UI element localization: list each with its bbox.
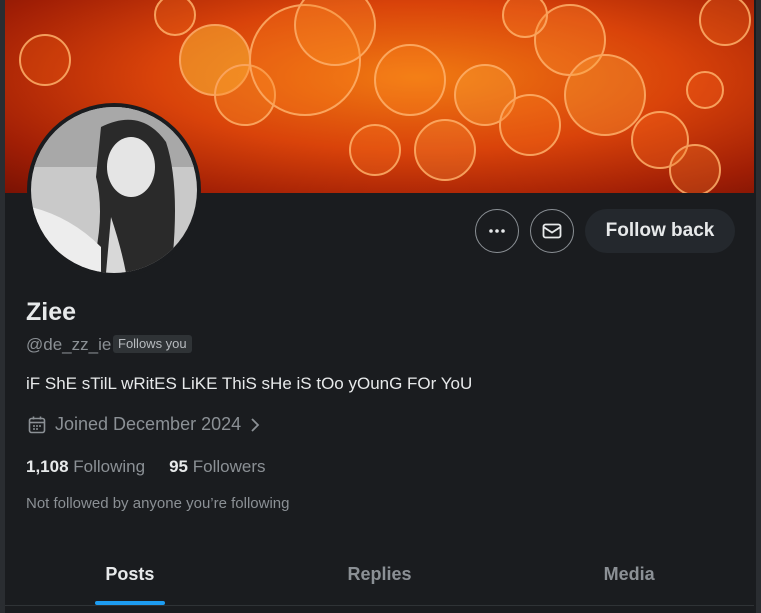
chevron-right-icon — [251, 417, 260, 432]
follow-stats: 1,108 Following 95 Followers — [26, 457, 266, 477]
followers-stat[interactable]: 95 Followers — [169, 457, 265, 477]
message-button[interactable] — [530, 209, 574, 253]
not-followed-text: Not followed by anyone you’re following — [26, 495, 290, 512]
followers-count: 95 — [169, 457, 189, 476]
following-count: 1,108 — [26, 457, 69, 476]
tab-media[interactable]: Media — [504, 545, 754, 603]
profile-tabs: Posts Replies Media — [5, 545, 754, 605]
envelope-icon — [542, 223, 562, 239]
tab-label: Posts — [105, 563, 155, 584]
tab-label: Replies — [347, 563, 412, 584]
profile-name: Ziee — [26, 298, 77, 326]
tabs-divider — [5, 605, 754, 606]
more-horizontal-icon — [489, 229, 505, 233]
following-label: Following — [73, 457, 146, 476]
followers-label: Followers — [192, 457, 266, 476]
avatar[interactable] — [27, 103, 201, 277]
profile-handle: @de_zz_ie — [26, 335, 112, 354]
calendar-icon — [28, 416, 46, 433]
avatar-photo — [31, 107, 197, 273]
more-options-button[interactable] — [475, 209, 519, 253]
joined-label: Joined December 2024 — [55, 414, 242, 434]
tab-replies[interactable]: Replies — [255, 545, 505, 603]
follow-back-button[interactable]: Follow back — [585, 209, 735, 253]
joined-date[interactable]: Joined December 2024 — [27, 414, 261, 435]
tab-label: Media — [603, 563, 655, 584]
profile-bio: iF ShE sTilL wRitES LiKE ThiS sHe iS tOo… — [26, 374, 473, 393]
following-stat[interactable]: 1,108 Following — [26, 457, 145, 477]
tab-posts[interactable]: Posts — [5, 545, 255, 605]
follows-you-badge: Follows you — [113, 335, 192, 353]
